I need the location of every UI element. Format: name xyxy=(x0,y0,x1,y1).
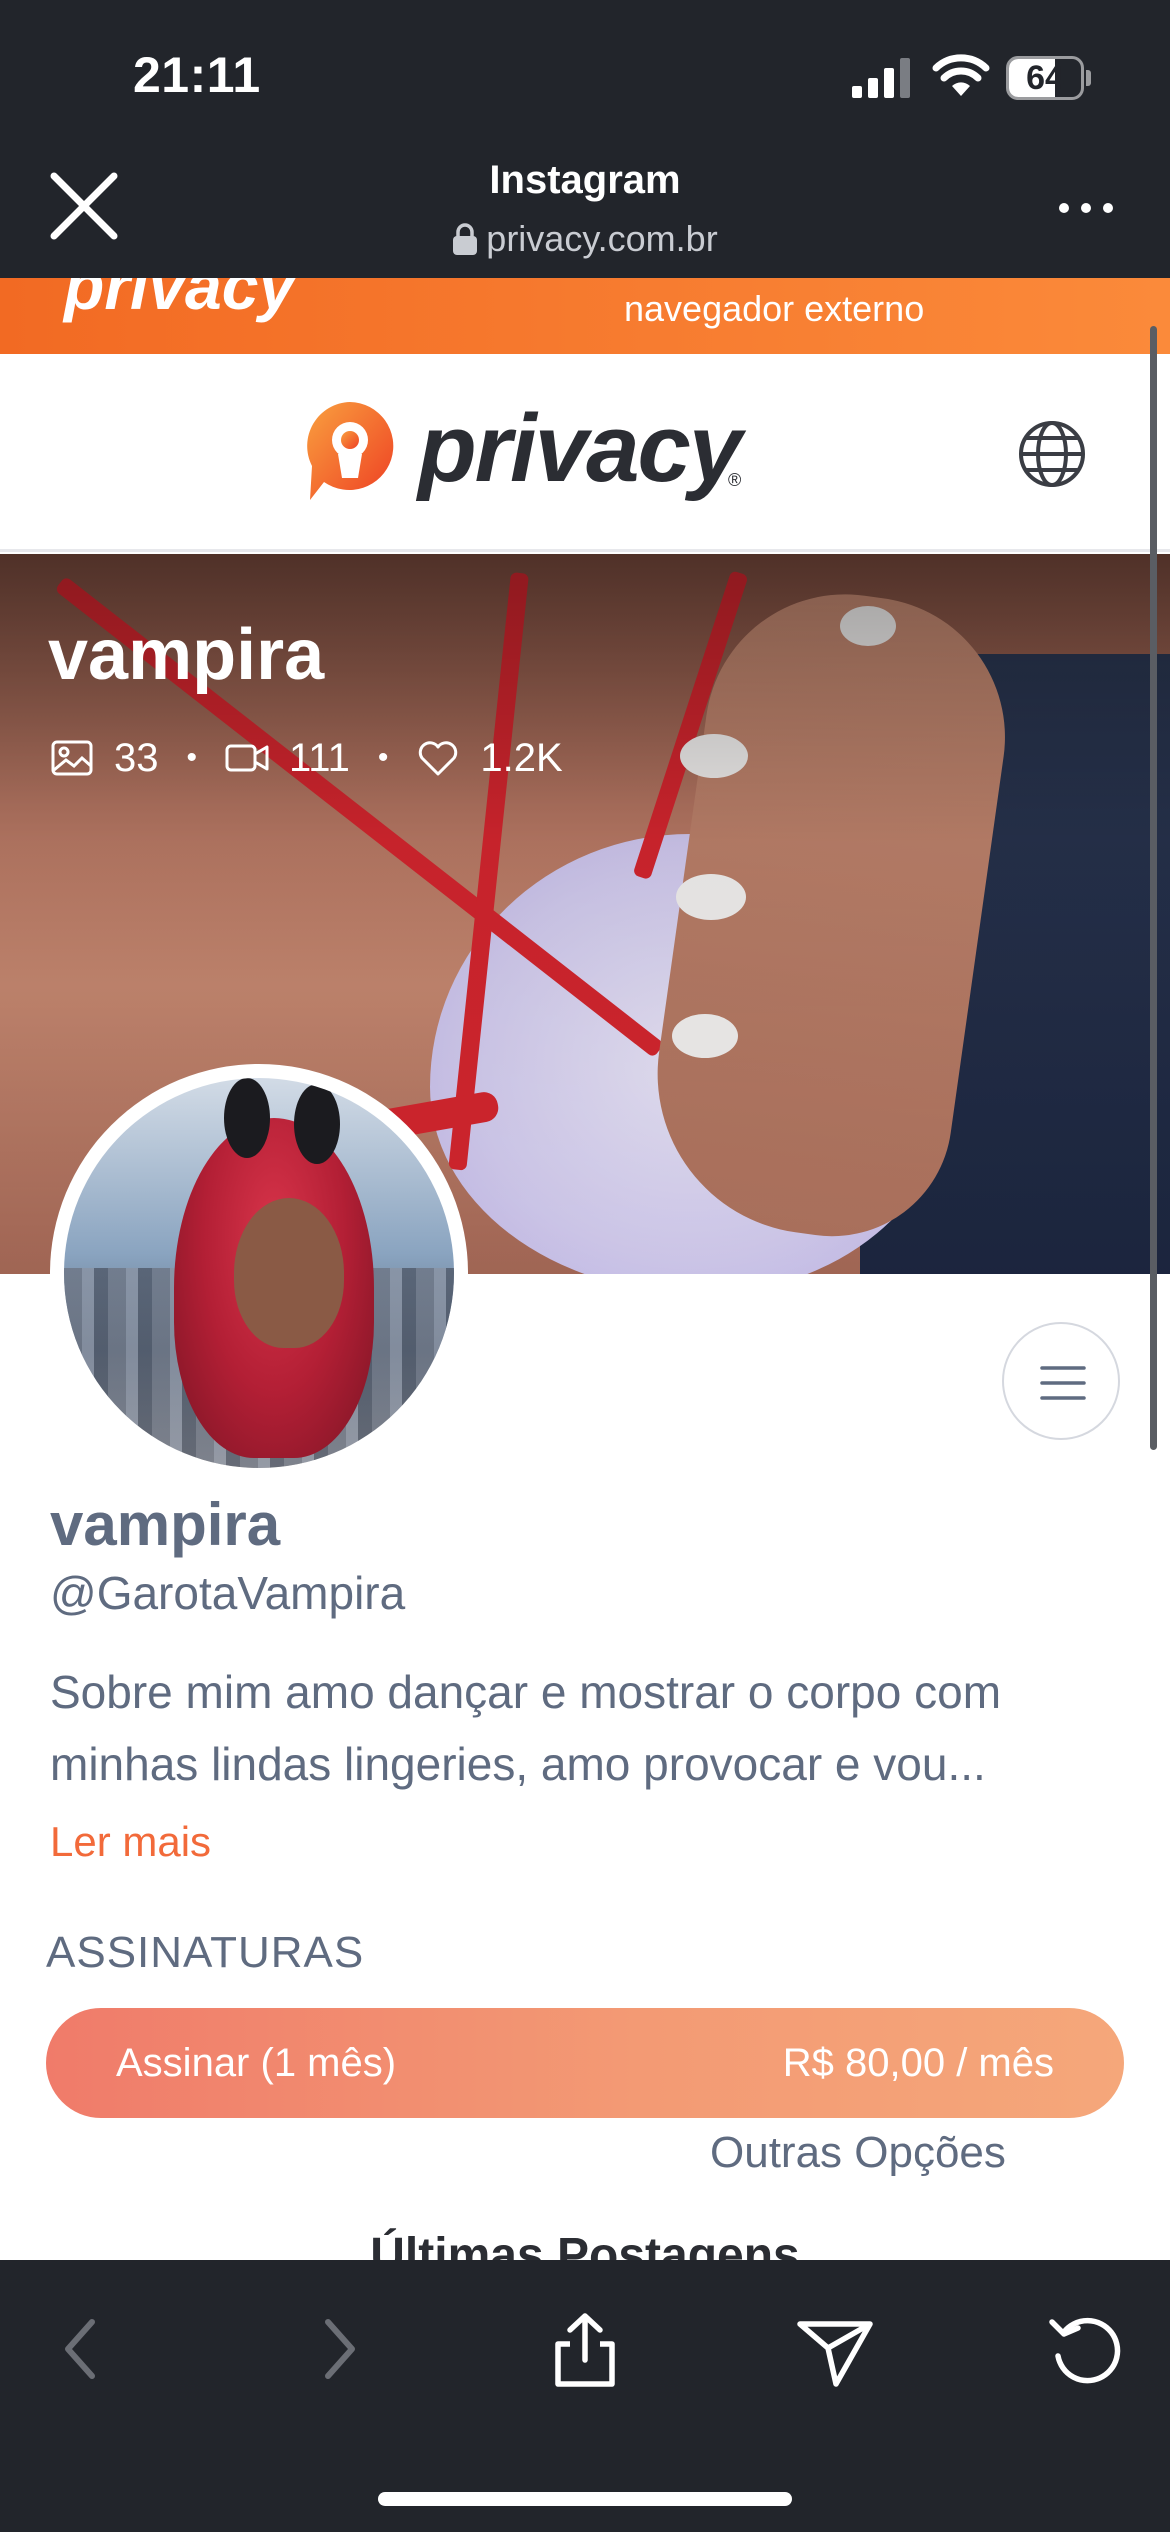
stat-separator: • xyxy=(377,741,389,774)
reload-button[interactable] xyxy=(1040,2304,1130,2394)
read-more-link[interactable]: Ler mais xyxy=(50,1818,211,1866)
photos-count: 33 xyxy=(114,735,159,780)
banner-text: navegador externo xyxy=(624,288,925,329)
send-button[interactable] xyxy=(790,2304,880,2394)
wifi-icon xyxy=(932,54,990,96)
site-header: privacy ® xyxy=(0,354,1170,552)
cover-stats: 33 • 111 • 1.2K xyxy=(50,730,591,786)
browser-url[interactable]: privacy.com.br xyxy=(0,218,1170,260)
videos-count: 111 xyxy=(289,735,350,780)
subscriptions-heading: ASSINATURAS xyxy=(46,1928,365,1977)
profile-handle: @GarotaVampira xyxy=(50,1567,406,1619)
browser-bottom-toolbar xyxy=(0,2260,1170,2532)
profile-name: vampira xyxy=(50,1491,281,1558)
reload-icon xyxy=(1049,2317,1121,2384)
battery-indicator: 64 xyxy=(1006,56,1091,100)
subscribe-label: Assinar (1 mês) xyxy=(116,2040,397,2085)
privacy-logo-icon[interactable] xyxy=(300,396,400,506)
open-external-browser-banner[interactable]: privacy navegador externo xyxy=(0,278,1170,354)
browser-top-bar: 21:11 64 Instagram privacy.com.br xyxy=(0,0,1170,278)
profile-bio: Sobre mim amo dançar e mostrar o corpo c… xyxy=(50,1666,1002,1790)
avatar-photo xyxy=(64,1078,454,1468)
back-arrow-icon xyxy=(65,2319,95,2379)
banner-logo: privacy xyxy=(64,278,296,323)
video-icon xyxy=(225,744,269,772)
stat-separator: • xyxy=(186,741,198,774)
more-icon[interactable] xyxy=(1054,188,1118,228)
cellular-signal-icon xyxy=(852,58,910,98)
menu-icon xyxy=(1040,1366,1086,1400)
browser-title: Instagram xyxy=(489,158,681,202)
privacy-logo-text[interactable]: privacy xyxy=(418,394,742,504)
forward-button[interactable] xyxy=(292,2304,382,2394)
photo-icon xyxy=(51,740,93,776)
profile-menu-button[interactable] xyxy=(1002,1322,1120,1440)
browser-url-text: privacy.com.br xyxy=(486,218,718,259)
home-indicator[interactable] xyxy=(378,2492,792,2506)
likes-count: 1.2K xyxy=(480,735,563,780)
send-icon xyxy=(797,2321,873,2387)
lock-icon xyxy=(453,223,478,255)
page-scrollbar[interactable] xyxy=(1150,326,1157,1450)
share-button[interactable] xyxy=(540,2304,630,2394)
share-icon xyxy=(555,2313,615,2387)
subscribe-button[interactable]: Assinar (1 mês) R$ 80,00 / mês xyxy=(46,2008,1124,2118)
status-time: 21:11 xyxy=(133,47,261,103)
globe-icon[interactable] xyxy=(1016,418,1088,490)
registered-mark: ® xyxy=(728,470,742,490)
cover-profile-name: vampira xyxy=(48,615,325,695)
forward-arrow-icon xyxy=(325,2319,355,2379)
other-options-link[interactable]: Outras Opções xyxy=(710,2128,1006,2178)
back-button[interactable] xyxy=(38,2304,128,2394)
subscribe-price: R$ 80,00 / mês xyxy=(782,2040,1054,2085)
battery-level: 64 xyxy=(1026,59,1064,97)
heart-icon xyxy=(419,741,458,776)
avatar[interactable] xyxy=(50,1064,468,1482)
